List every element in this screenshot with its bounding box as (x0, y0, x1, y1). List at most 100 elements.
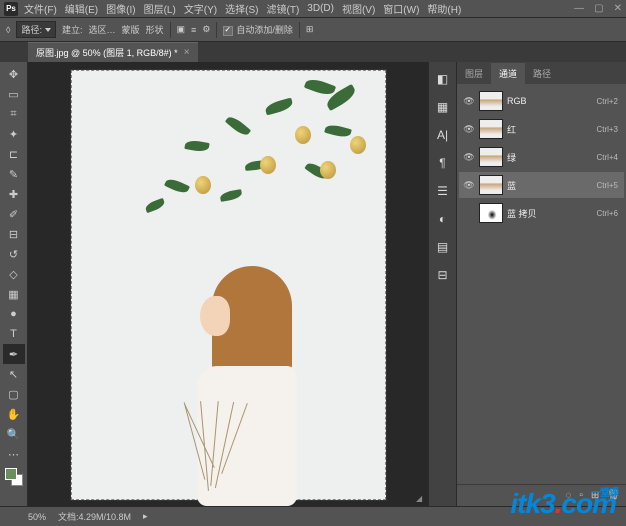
channel-row[interactable]: 👁 RGB Ctrl+2 (459, 88, 624, 114)
mask-button[interactable]: 蒙版 (122, 23, 140, 36)
path-select-tool[interactable]: ↖ (3, 364, 25, 384)
color-swatch[interactable] (5, 468, 23, 486)
visibility-icon[interactable]: 👁 (463, 152, 475, 163)
quick-select-tool[interactable]: ✦ (3, 124, 25, 144)
path-mode-dropdown[interactable]: 路径: (16, 21, 56, 38)
options-bar: ◊ 路径: 建立: 选区… 蒙版 形状 ▣ ≡ ⚙ 自动添加/删除 ⊞ (0, 18, 626, 42)
right-panels: 图层 通道 路径 👁RGBCtrl+2👁红Ctrl+3👁绿Ctrl+4👁蓝Ctr… (456, 62, 626, 506)
menu-select[interactable]: 选择(S) (225, 1, 258, 16)
canvas-resize-handle[interactable]: ◢ (416, 494, 426, 504)
canvas-area[interactable]: ◢ (28, 62, 428, 506)
document-canvas[interactable] (71, 70, 386, 500)
blur-tool[interactable]: ● (3, 304, 25, 324)
history-brush-tool[interactable]: ↺ (3, 244, 25, 264)
path-align-icon[interactable]: ≡ (191, 25, 196, 35)
auto-add-checkbox[interactable] (223, 26, 233, 36)
watermark-sub: 一堂课 (591, 484, 618, 499)
zoom-level[interactable]: 50% (28, 512, 46, 522)
gradient-tool[interactable]: ▦ (3, 284, 25, 304)
collapsed-panel-dock: ◧ ▦ A| ¶ ☰ ◐ ▤ ⊟ (428, 62, 456, 506)
color-panel-icon[interactable]: ◧ (434, 70, 452, 88)
menu-image[interactable]: 图像(I) (106, 1, 135, 16)
menu-edit[interactable]: 编辑(E) (65, 1, 98, 16)
zoom-tool[interactable]: 🔍 (3, 424, 25, 444)
doc-info[interactable]: 文档:4.29M/10.8M (58, 510, 131, 523)
marquee-tool[interactable]: ▭ (3, 84, 25, 104)
channel-row[interactable]: 👁 绿 Ctrl+4 (459, 144, 624, 170)
make-label: 建立: (62, 23, 83, 36)
document-tab[interactable]: 原图.jpg @ 50% (图层 1, RGB/8#) * × (28, 42, 198, 62)
statusbar-chevron-icon[interactable]: ▸ (143, 511, 148, 522)
visibility-icon[interactable]: 👁 (463, 96, 475, 107)
channel-name: RGB (507, 96, 527, 106)
channel-row[interactable]: 蓝 拷贝 Ctrl+6 (459, 200, 624, 226)
adjustment-panel-icon[interactable]: ◐ (434, 210, 452, 228)
channel-shortcut: Ctrl+6 (596, 209, 618, 218)
channel-name: 绿 (507, 151, 516, 164)
visibility-icon[interactable]: 👁 (463, 180, 475, 191)
tab-paths[interactable]: 路径 (525, 63, 559, 84)
toolbox: ✥ ▭ ⌗ ✦ ⊏ ✎ ✚ ✐ ⊟ ↺ ◇ ▦ ● T ✒ ↖ ▢ ✋ 🔍 ⋯ (0, 62, 28, 506)
clone-panel-icon[interactable]: ⊟ (434, 266, 452, 284)
pen-tool[interactable]: ✒ (3, 344, 25, 364)
tab-channels[interactable]: 通道 (491, 63, 525, 84)
tab-close-icon[interactable]: × (184, 47, 190, 58)
menu-view[interactable]: 视图(V) (342, 1, 375, 16)
notes-panel-icon[interactable]: ▤ (434, 238, 452, 256)
rect-tool[interactable]: ▢ (3, 384, 25, 404)
eraser-tool[interactable]: ◇ (3, 264, 25, 284)
menu-file[interactable]: 文件(F) (24, 1, 57, 16)
close-icon[interactable]: ✕ (614, 3, 622, 14)
watermark-text: itk3 (510, 488, 554, 519)
heal-tool[interactable]: ✚ (3, 184, 25, 204)
menu-window[interactable]: 窗口(W) (383, 1, 419, 16)
doc-title: 原图.jpg @ 50% (图层 1, RGB/8#) * (36, 46, 178, 59)
selection-button[interactable]: 选区… (88, 23, 115, 36)
channel-shortcut: Ctrl+2 (596, 97, 618, 106)
hand-tool[interactable]: ✋ (3, 404, 25, 424)
paragraph-panel-icon[interactable]: ¶ (434, 154, 452, 172)
channels-list: 👁RGBCtrl+2👁红Ctrl+3👁绿Ctrl+4👁蓝Ctrl+5蓝 拷贝Ct… (457, 84, 626, 230)
menu-type[interactable]: 文字(Y) (184, 1, 217, 16)
char-panel-icon[interactable]: A| (434, 126, 452, 144)
edit-toolbar[interactable]: ⋯ (3, 444, 25, 464)
visibility-icon[interactable]: 👁 (463, 124, 475, 135)
swatches-panel-icon[interactable]: ▦ (434, 98, 452, 116)
tab-layers[interactable]: 图层 (457, 63, 491, 84)
channel-row[interactable]: 👁蓝Ctrl+5 (459, 172, 624, 198)
gear-icon[interactable]: ⚙ (202, 24, 210, 35)
app-logo: Ps (4, 2, 18, 16)
brush-tool[interactable]: ✐ (3, 204, 25, 224)
channel-thumbnail (479, 91, 503, 111)
path-label: 路径: (21, 23, 42, 36)
channel-thumbnail (479, 175, 503, 195)
move-tool[interactable]: ✥ (3, 64, 25, 84)
menu-help[interactable]: 帮助(H) (427, 1, 461, 16)
channel-shortcut: Ctrl+5 (596, 181, 618, 190)
chevron-down-icon (45, 28, 51, 32)
menu-layer[interactable]: 图层(L) (144, 1, 176, 16)
foreground-color[interactable] (5, 468, 17, 480)
channel-thumbnail (479, 147, 503, 167)
maximize-icon[interactable]: ▢ (594, 3, 603, 14)
eyedropper-tool[interactable]: ✎ (3, 164, 25, 184)
menu-filter[interactable]: 滤镜(T) (267, 1, 300, 16)
shape-button[interactable]: 形状 (146, 23, 164, 36)
panel-tabs: 图层 通道 路径 (457, 62, 626, 84)
stamp-tool[interactable]: ⊟ (3, 224, 25, 244)
lasso-tool[interactable]: ⌗ (3, 104, 25, 124)
path-op-icon[interactable]: ▣ (177, 24, 186, 35)
document-tabs: 原图.jpg @ 50% (图层 1, RGB/8#) * × (0, 42, 626, 62)
crop-tool[interactable]: ⊏ (3, 144, 25, 164)
constrain-icon[interactable]: ⊞ (306, 24, 314, 35)
menu-3d[interactable]: 3D(D) (307, 3, 334, 14)
channel-shortcut: Ctrl+4 (596, 153, 618, 162)
auto-add-label: 自动添加/删除 (236, 25, 293, 35)
channel-row[interactable]: 👁红Ctrl+3 (459, 116, 624, 142)
channel-name: 蓝 拷贝 (507, 207, 537, 220)
channel-name: 红 (507, 123, 516, 136)
history-panel-icon[interactable]: ☰ (434, 182, 452, 200)
tool-preset-icon[interactable]: ◊ (6, 25, 10, 35)
dodge-tool[interactable]: T (3, 324, 25, 344)
minimize-icon[interactable]: — (574, 3, 584, 14)
